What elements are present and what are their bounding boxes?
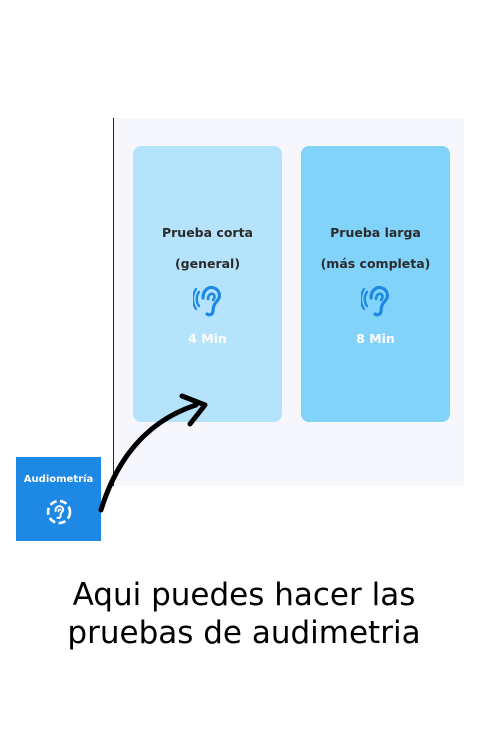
short-test-title: Prueba corta xyxy=(161,225,253,240)
ear-icon xyxy=(193,285,221,317)
audiometry-tile-label: Audiometría xyxy=(23,474,94,485)
short-test-card[interactable]: Prueba corta (general) 4 Min xyxy=(133,146,282,422)
short-test-duration: 4 Min xyxy=(188,331,227,346)
audiometry-tile-button[interactable]: Audiometría xyxy=(16,457,101,541)
ear-icon xyxy=(361,285,389,317)
caption-line-2: pruebas de audimetria xyxy=(67,615,421,651)
long-test-subtitle: (más completa) xyxy=(320,256,431,271)
short-test-subtitle: (general) xyxy=(174,256,241,271)
hearing-test-icon xyxy=(46,499,72,525)
long-test-duration: 8 Min xyxy=(356,331,395,346)
long-test-title: Prueba larga xyxy=(330,225,421,240)
test-selection-panel: Prueba corta (general) 4 Min Prueba larg… xyxy=(113,118,464,486)
long-test-card[interactable]: Prueba larga (más completa) 8 Min xyxy=(301,146,450,422)
caption-line-1: Aqui puedes hacer las xyxy=(72,577,416,613)
